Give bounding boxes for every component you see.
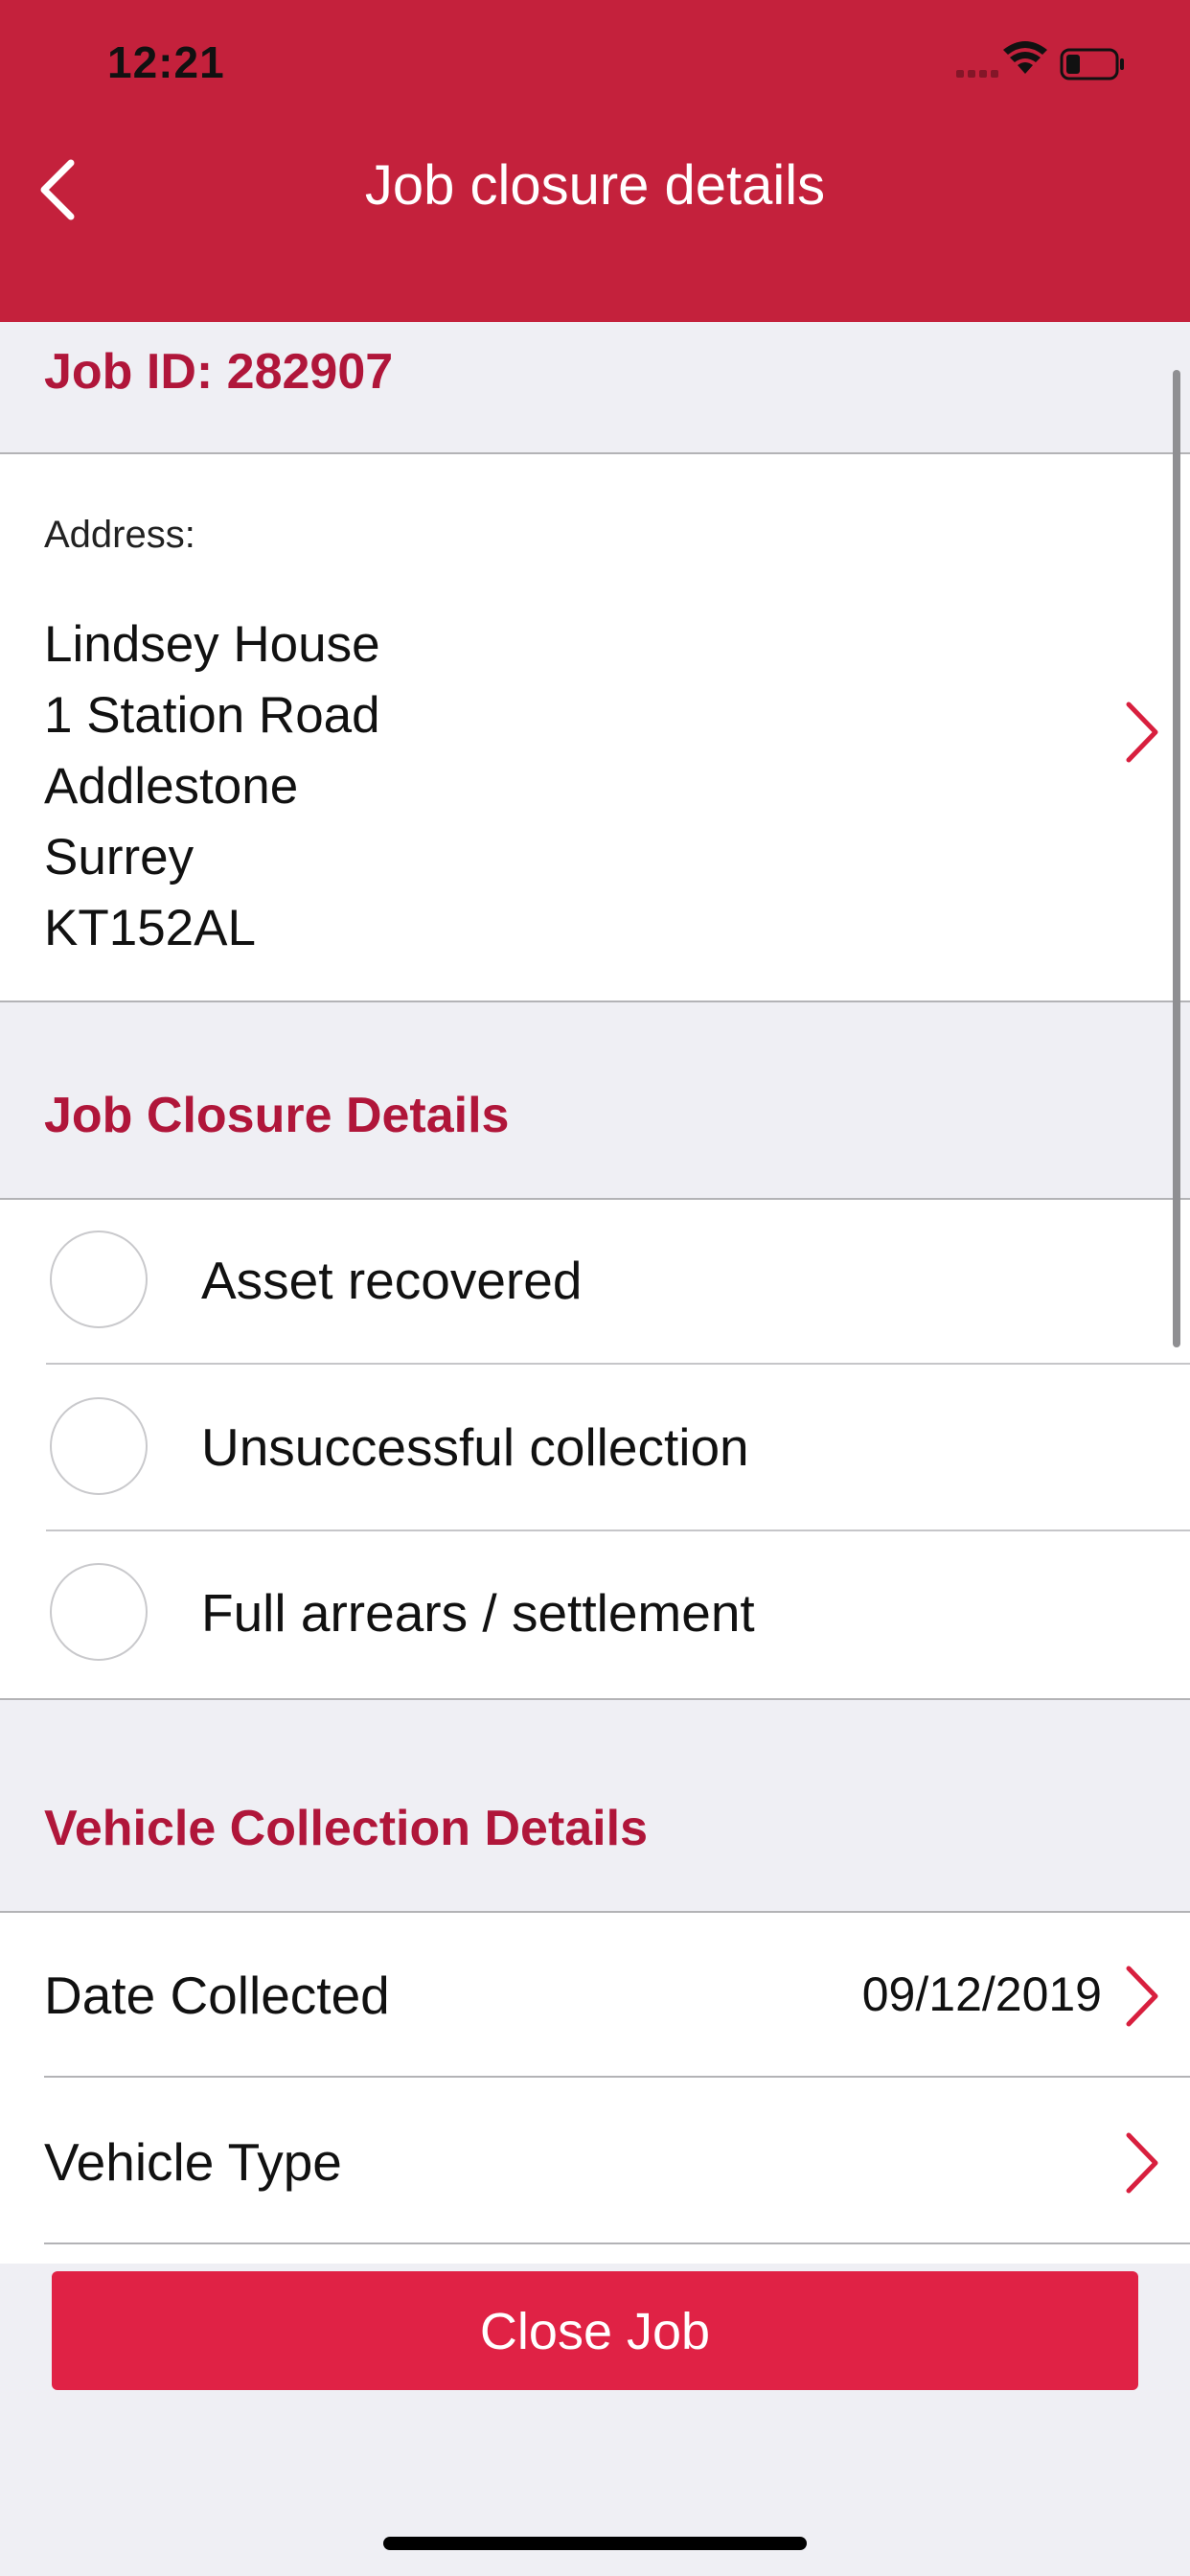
date-collected-row[interactable]: Date Collected 09/12/2019 (0, 1913, 1190, 2078)
job-id: Job ID: 282907 (44, 344, 394, 400)
divider (44, 2242, 1190, 2244)
navigation-bar: 12:21 Job closure details (0, 0, 1190, 322)
radio-label: Unsuccessful collection (201, 1417, 749, 1477)
signal-icon (956, 70, 998, 78)
vehicle-section-heading: Vehicle Collection Details (44, 1801, 648, 1856)
divider (44, 2076, 1190, 2078)
radio-label: Asset recovered (201, 1251, 583, 1310)
radio-option-unsuccessful-collection[interactable]: Unsuccessful collection (0, 1367, 1190, 1531)
page-title: Job closure details (364, 154, 826, 217)
address-line: KT152AL (44, 900, 256, 956)
address-lines: Lindsey House 1 Station Road Addlestone … (44, 610, 380, 964)
chevron-right-icon (1126, 702, 1158, 763)
chevron-right-icon (1126, 2132, 1158, 2194)
chevron-right-icon (1126, 1966, 1158, 2027)
close-job-button[interactable]: Close Job (52, 2271, 1138, 2390)
address-line: 1 Station Road (44, 687, 380, 744)
date-collected-value: 09/12/2019 (861, 1967, 1102, 2021)
address-cell[interactable]: Address: Lindsey House 1 Station Road Ad… (0, 452, 1190, 1002)
scrollbar[interactable] (1173, 370, 1180, 1347)
vehicle-type-row[interactable]: Vehicle Type (0, 2080, 1190, 2244)
address-line: Lindsey House (44, 616, 380, 673)
address-label: Address: (44, 514, 195, 556)
closure-options: Asset recovered Unsuccessful collection … (0, 1198, 1190, 1700)
radio-option-asset-recovered[interactable]: Asset recovered (0, 1200, 1190, 1365)
radio-button[interactable] (50, 1397, 148, 1495)
radio-option-full-arrears[interactable]: Full arrears / settlement (0, 1532, 1190, 1697)
radio-button[interactable] (50, 1230, 148, 1328)
radio-label: Full arrears / settlement (201, 1583, 755, 1643)
battery-icon (1060, 48, 1124, 80)
date-collected-label: Date Collected (44, 1966, 390, 2025)
status-time: 12:21 (107, 37, 225, 87)
vehicle-details: Date Collected 09/12/2019 Vehicle Type (0, 1911, 1190, 2266)
divider (46, 1530, 1190, 1531)
divider (46, 1363, 1190, 1365)
address-line: Surrey (44, 829, 195, 886)
home-indicator[interactable] (383, 2537, 807, 2550)
job-id-header: Job ID: 282907 (0, 322, 1190, 452)
radio-button[interactable] (50, 1563, 148, 1661)
status-icons (956, 41, 1124, 80)
wifi-icon (1003, 41, 1047, 74)
closure-section-heading: Job Closure Details (44, 1088, 510, 1143)
vehicle-type-label: Vehicle Type (44, 2132, 342, 2192)
address-line: Addlestone (44, 758, 299, 815)
